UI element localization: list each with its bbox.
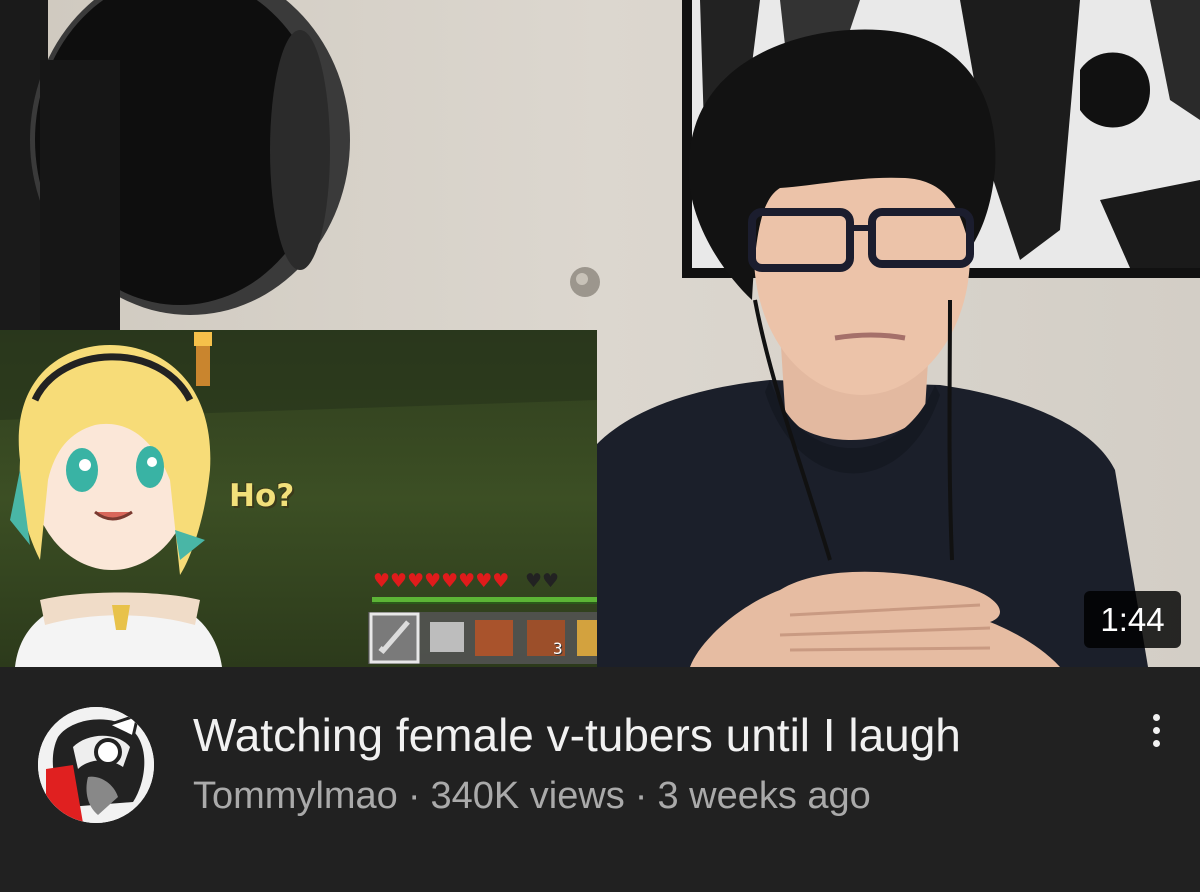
upload-age: 3 weeks ago xyxy=(657,775,871,817)
microphone xyxy=(40,60,120,330)
health-bar: ♥♥♥♥♥♥♥♥ ♥♥ xyxy=(373,570,559,592)
more-vert-icon[interactable] xyxy=(1136,708,1176,764)
separator-dot: · xyxy=(634,775,648,817)
hotbar-item-count: 3 xyxy=(553,639,563,658)
svg-text:♥♥♥♥♥♥♥♥: ♥♥♥♥♥♥♥♥ xyxy=(373,570,509,592)
video-thumbnail[interactable]: ♥♥♥♥♥♥♥♥ ♥♥ Ho? 3 1:44 xyxy=(0,0,1200,667)
channel-name[interactable]: Tommylmao xyxy=(193,775,398,818)
duration-badge: 1:44 xyxy=(1084,591,1181,648)
video-title[interactable]: Watching female v-tubers until I laugh xyxy=(193,708,961,762)
video-subline: Tommylmao · 340K views · 3 weeks ago xyxy=(193,775,871,818)
video-card[interactable]: ♥♥♥♥♥♥♥♥ ♥♥ Ho? 3 1:44 Watching female v… xyxy=(0,0,1200,892)
thumbnail-scene: ♥♥♥♥♥♥♥♥ ♥♥ xyxy=(0,0,1200,667)
separator-dot: · xyxy=(407,775,421,817)
channel-avatar[interactable] xyxy=(38,707,154,823)
svg-text:♥♥: ♥♥ xyxy=(525,570,559,592)
view-count: 340K views xyxy=(430,775,625,817)
avatar-icon xyxy=(38,707,154,823)
vtuber-speech-text: Ho? xyxy=(229,478,295,514)
